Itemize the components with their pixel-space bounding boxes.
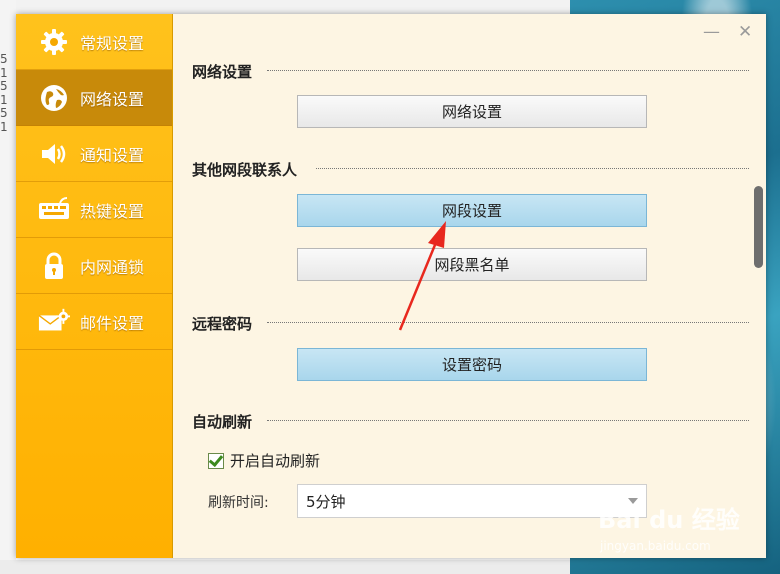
globe-icon bbox=[38, 82, 70, 114]
section-divider bbox=[316, 168, 749, 169]
section-divider bbox=[267, 70, 749, 71]
background-number: 5 1 bbox=[0, 106, 8, 134]
section-title-refresh: 自动刷新 bbox=[192, 413, 253, 431]
section-divider bbox=[267, 322, 749, 323]
set-password-button[interactable]: 设置密码 bbox=[297, 348, 647, 381]
background-number: 5 1 bbox=[0, 52, 8, 80]
baidu-watermark-url: jingyan.baidu.com bbox=[600, 539, 711, 553]
settings-sidebar: 常规设置 网络设置 通知设置 热键设置 内网通锁 邮件设置 bbox=[16, 14, 173, 558]
sidebar-item-general[interactable]: 常规设置 bbox=[16, 14, 172, 70]
settings-dialog: 常规设置 网络设置 通知设置 热键设置 内网通锁 邮件设置 — ✕ 网络设置 网… bbox=[16, 14, 766, 558]
lock-icon bbox=[38, 250, 70, 282]
background-bottom-strip bbox=[0, 560, 570, 574]
refresh-interval-value: 5分钟 bbox=[306, 492, 346, 511]
sidebar-item-network[interactable]: 网络设置 bbox=[16, 70, 172, 126]
minimize-button[interactable]: — bbox=[703, 22, 720, 42]
auto-refresh-label: 开启自动刷新 bbox=[230, 452, 321, 470]
segment-settings-button[interactable]: 网段设置 bbox=[297, 194, 647, 227]
section-title-password: 远程密码 bbox=[192, 315, 253, 333]
sidebar-item-label: 常规设置 bbox=[80, 33, 145, 53]
segment-blacklist-button[interactable]: 网段黑名单 bbox=[297, 248, 647, 281]
section-title-segment: 其他网段联系人 bbox=[192, 161, 298, 179]
keyboard-icon bbox=[38, 194, 70, 226]
sidebar-item-notification[interactable]: 通知设置 bbox=[16, 126, 172, 182]
sidebar-item-hotkey[interactable]: 热键设置 bbox=[16, 182, 172, 238]
sidebar-item-label: 网络设置 bbox=[80, 89, 145, 109]
refresh-interval-label: 刷新时间: bbox=[208, 495, 269, 511]
sidebar-item-label: 邮件设置 bbox=[80, 313, 145, 333]
auto-refresh-row: 开启自动刷新 bbox=[208, 450, 320, 471]
auto-refresh-checkbox[interactable] bbox=[208, 452, 224, 469]
sidebar-item-mail[interactable]: 邮件设置 bbox=[16, 294, 172, 350]
sidebar-item-label: 通知设置 bbox=[80, 145, 145, 165]
sidebar-item-label: 热键设置 bbox=[80, 201, 145, 221]
baidu-watermark: Bai du 经验 bbox=[598, 506, 740, 534]
network-settings-button[interactable]: 网络设置 bbox=[297, 95, 647, 128]
section-divider bbox=[267, 420, 749, 421]
background-window-strip bbox=[16, 0, 570, 15]
refresh-interval-select[interactable]: 5分钟 bbox=[297, 484, 647, 518]
scrollbar-thumb[interactable] bbox=[754, 186, 763, 268]
speaker-icon bbox=[38, 138, 70, 170]
section-title-network: 网络设置 bbox=[192, 63, 253, 81]
sidebar-item-label: 内网通锁 bbox=[80, 257, 145, 277]
background-left-strip: 5 1 5 1 5 1 bbox=[0, 0, 16, 574]
mail-settings-icon bbox=[38, 306, 70, 338]
sidebar-item-intranet-lock[interactable]: 内网通锁 bbox=[16, 238, 172, 294]
close-button[interactable]: ✕ bbox=[738, 22, 752, 42]
background-number: 5 1 bbox=[0, 79, 8, 107]
settings-content: — ✕ 网络设置 网络设置 其他网段联系人 网段设置 网段黑名单 远程密码 设置… bbox=[173, 14, 766, 558]
gear-icon bbox=[38, 26, 70, 58]
